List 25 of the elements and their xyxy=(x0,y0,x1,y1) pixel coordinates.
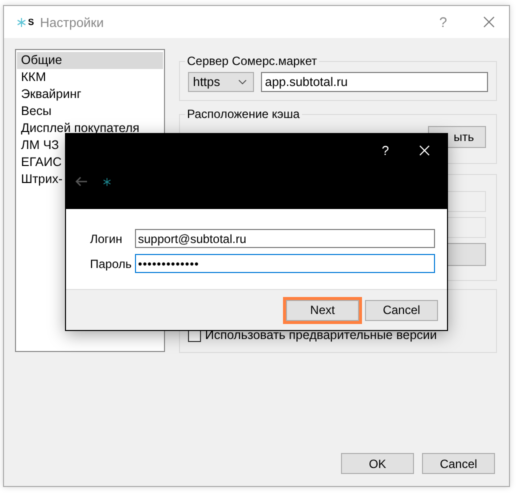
snowflake-icon xyxy=(17,18,26,26)
protocol-dropdown[interactable]: https xyxy=(188,72,254,92)
snowflake-icon xyxy=(103,178,111,186)
dialog-button[interactable]: Cancel xyxy=(365,300,438,320)
help-button[interactable]: ? xyxy=(439,14,447,30)
category-item[interactable]: Весы xyxy=(17,103,163,120)
back-arrow-icon[interactable] xyxy=(75,176,88,187)
dialog-button[interactable]: Cancel xyxy=(422,453,495,474)
group-title: Сервер Сомерс.маркет xyxy=(186,54,318,68)
group-title: Расположение кэша xyxy=(186,107,301,121)
logo-text: S xyxy=(28,17,34,27)
address-field[interactable]: app.subtotal.ru xyxy=(261,72,488,92)
category-item[interactable]: Общие xyxy=(17,52,163,69)
category-item[interactable]: Эквайринг xyxy=(17,86,163,103)
category-item[interactable]: ККМ xyxy=(17,69,163,86)
field-label: Пароль xyxy=(90,256,133,270)
category-item[interactable]: Дисплей покупателя xyxy=(17,120,163,137)
help-button[interactable]: ? xyxy=(382,143,389,158)
login-field[interactable]: support@subtotal.ru xyxy=(135,229,435,248)
checkbox-label: Использовать предварительные версии xyxy=(205,328,437,342)
window-title: Настройки xyxy=(40,14,104,30)
field-label: Логин xyxy=(90,232,124,246)
chevron-down-icon xyxy=(238,79,247,85)
dialog-button[interactable]: OK xyxy=(341,453,414,474)
password-field[interactable]: ••••••••••••• xyxy=(135,254,435,273)
